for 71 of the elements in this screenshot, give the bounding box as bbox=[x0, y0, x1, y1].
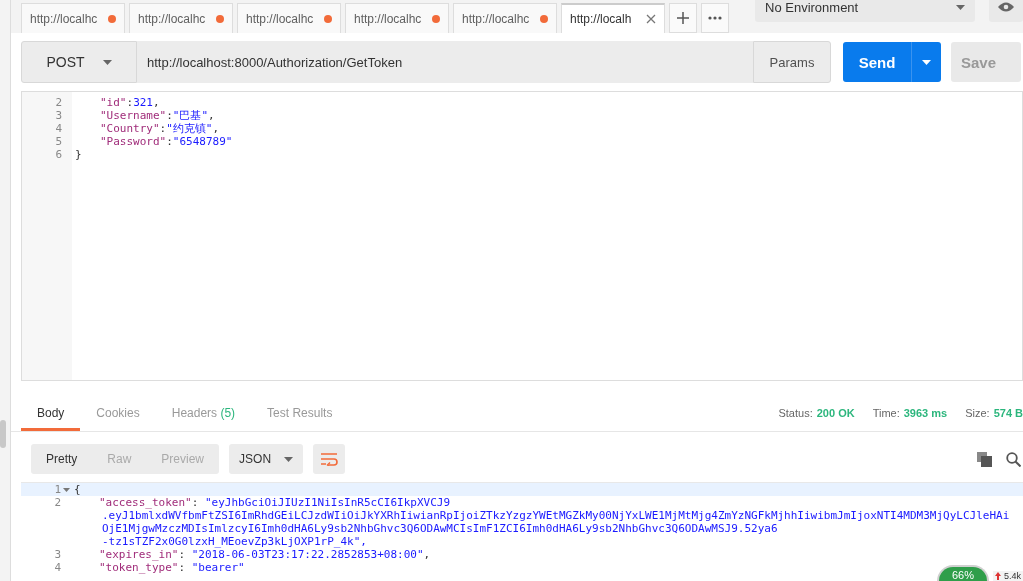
line-number: 5 bbox=[54, 135, 62, 148]
unsaved-dot bbox=[324, 14, 332, 23]
caret-icon bbox=[922, 59, 931, 65]
tab-label: http://localh bbox=[570, 12, 632, 26]
upload-arrow-icon bbox=[995, 572, 1001, 580]
tab-label: http://localhc bbox=[354, 11, 422, 26]
unsaved-dot bbox=[216, 14, 224, 23]
line-number: 1 bbox=[53, 483, 61, 496]
more-button[interactable] bbox=[701, 3, 729, 33]
eye-icon bbox=[998, 2, 1014, 12]
status-label: Time: bbox=[872, 407, 900, 419]
tab-label: http://localhc bbox=[30, 11, 98, 26]
copy-icon[interactable] bbox=[977, 451, 992, 467]
status-label: Status: bbox=[778, 407, 813, 419]
code-line: "access_token": "eyJhbGciOiJIUzI1NiIsInR5cCI6IkpXVCJ9 bbox=[98, 496, 450, 509]
status-value: 574 B bbox=[993, 407, 1023, 419]
scrollbar-thumb[interactable] bbox=[0, 420, 6, 448]
response-tab[interactable]: Body bbox=[21, 406, 81, 431]
method-dropdown[interactable]: POST bbox=[21, 41, 137, 83]
wrap-lines-icon bbox=[320, 452, 339, 466]
url-field[interactable]: http://localhost:8000/Authorization/GetToken bbox=[137, 41, 753, 83]
code-line: } bbox=[74, 148, 82, 161]
fold-icon[interactable] bbox=[62, 487, 70, 492]
eye-button[interactable] bbox=[989, 0, 1023, 22]
unsaved-dot bbox=[540, 14, 548, 23]
new-tab-button[interactable] bbox=[669, 3, 697, 33]
request-tab[interactable]: http://localh bbox=[561, 3, 665, 33]
close-icon[interactable] bbox=[646, 14, 656, 24]
view-mode-tab[interactable]: Pretty bbox=[31, 444, 93, 474]
line-number: 6 bbox=[54, 148, 62, 161]
status-value: 200 OK bbox=[816, 407, 855, 419]
code-line: { bbox=[73, 483, 81, 496]
code-line: -tz1sTZF2x0G0lzxH_MEoevZp3kLjOXP1rP_4k", bbox=[101, 535, 368, 548]
line-number: 3 bbox=[54, 109, 62, 122]
params-button[interactable]: Params bbox=[753, 41, 831, 83]
line-number: 4 bbox=[53, 561, 61, 574]
request-tab[interactable]: http://localhc bbox=[345, 3, 449, 33]
code-line: "Country":"约克镇", bbox=[99, 122, 220, 135]
wrap-lines-button[interactable] bbox=[313, 444, 346, 474]
network-speed: 5.4k bbox=[1004, 571, 1021, 581]
request-tab[interactable]: http://localhc bbox=[453, 3, 557, 33]
caret-icon bbox=[284, 456, 294, 462]
tab-label: http://localhc bbox=[246, 11, 314, 26]
request-tab[interactable]: http://localhc bbox=[237, 3, 341, 33]
tab-label: http://localhc bbox=[138, 11, 206, 26]
request-body-editor[interactable]: 2 "id":321, 3 "Username":"巴基", 4 "Country":"约克镇", 5 "Password":"6548789" 6 } bbox=[21, 91, 1023, 381]
line-number: 2 bbox=[54, 96, 62, 109]
code-line: "expires_in": "2018-06-03T23:17:22.2852853+08:00", bbox=[98, 548, 431, 561]
caret-icon bbox=[956, 4, 965, 10]
caret-icon bbox=[102, 59, 112, 65]
more-icon bbox=[708, 16, 722, 20]
environment-dropdown[interactable]: No Environment bbox=[755, 0, 975, 22]
request-tab[interactable]: http://localhc bbox=[129, 3, 233, 33]
code-line: "Password":"6548789" bbox=[99, 135, 233, 148]
tab-label: http://localhc bbox=[462, 11, 530, 26]
status-label: Size: bbox=[965, 407, 990, 419]
code-line: "id":321, bbox=[99, 96, 160, 109]
request-tab[interactable]: http://localhc bbox=[21, 3, 125, 33]
format-dropdown[interactable]: JSON bbox=[229, 444, 304, 474]
code-line: OjE1MjgwMzczMDIsImlzcyI6Imh0dHA6Ly9sb2NhbGhvc3Q6ODAwMCIsImF1ZCI6Imh0dHA6Ly9sb2NhbGhvc3Q6ODAwMSJ9.52ya6 bbox=[101, 522, 779, 535]
unsaved-dot bbox=[108, 14, 116, 23]
plus-icon bbox=[677, 12, 689, 24]
line-number: 3 bbox=[53, 548, 61, 561]
unsaved-dot bbox=[432, 14, 440, 23]
code-line: .eyJ1bmlxdWVfbmFtZSI6ImRhdGEiLCJzdWIiOiJkYXRhIiwianRpIjoiZTkzYzgzYWEtMGZkMy00NjYxLWE1MjMtMjg4ZmYzNGFkMjhhIiwibmJmIjoxNTI4MDM3MjQyLCJleHAi bbox=[101, 509, 1011, 522]
code-line: "Username":"巴基", bbox=[99, 109, 215, 122]
line-number: 4 bbox=[54, 122, 62, 135]
search-icon[interactable] bbox=[1006, 451, 1021, 467]
code-line: "token_type": "bearer" bbox=[98, 561, 245, 574]
line-number: 2 bbox=[53, 496, 61, 509]
status-value: 3963 ms bbox=[903, 407, 948, 419]
